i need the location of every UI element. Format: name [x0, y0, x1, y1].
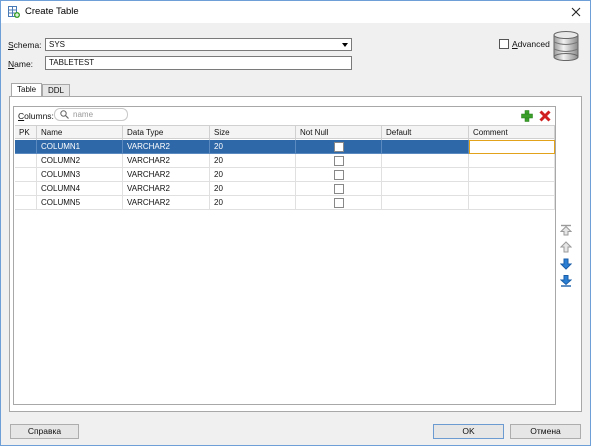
cell-size[interactable]: 20	[210, 140, 296, 154]
schema-select[interactable]: SYS	[45, 38, 352, 51]
header-comment[interactable]: Comment	[469, 126, 555, 140]
cell-size[interactable]: 20	[210, 182, 296, 196]
columns-label: Columns:	[18, 111, 54, 121]
cell-default[interactable]	[382, 140, 469, 154]
header-default[interactable]: Default	[382, 126, 469, 140]
cell-name[interactable]: COLUMN4	[37, 182, 123, 196]
cell-data-type[interactable]: VARCHAR2	[123, 196, 210, 210]
not-null-checkbox[interactable]	[334, 142, 344, 152]
header-data-type[interactable]: Data Type	[123, 126, 210, 140]
table-row[interactable]: COLUMN5 VARCHAR2 20	[15, 196, 555, 210]
cell-data-type[interactable]: VARCHAR2	[123, 140, 210, 154]
cell-size[interactable]: 20	[210, 168, 296, 182]
chevron-down-icon	[342, 43, 348, 47]
create-table-dialog: Create Table Schema: SYS Name: TABLETEST…	[0, 0, 591, 446]
name-input[interactable]: TABLETEST	[45, 56, 352, 70]
cell-not-null[interactable]	[296, 154, 382, 168]
add-icon[interactable]	[521, 110, 533, 122]
cell-not-null[interactable]	[296, 196, 382, 210]
cell-comment[interactable]	[469, 182, 555, 196]
not-null-checkbox[interactable]	[334, 198, 344, 208]
cell-pk[interactable]	[15, 196, 37, 210]
not-null-checkbox[interactable]	[334, 184, 344, 194]
tab-table[interactable]: Table	[11, 83, 43, 96]
cell-pk[interactable]	[15, 154, 37, 168]
cell-comment[interactable]	[469, 154, 555, 168]
cell-comment[interactable]	[469, 196, 555, 210]
cell-not-null[interactable]	[296, 140, 382, 154]
advanced-label[interactable]: Advanced	[512, 39, 550, 49]
cell-default[interactable]	[382, 168, 469, 182]
cell-not-null[interactable]	[296, 182, 382, 196]
cell-data-type[interactable]: VARCHAR2	[123, 168, 210, 182]
cell-pk[interactable]	[15, 140, 37, 154]
header-not-null[interactable]: Not Null	[296, 126, 382, 140]
name-label: Name:	[8, 59, 34, 69]
cell-data-type[interactable]: VARCHAR2	[123, 182, 210, 196]
cell-name[interactable]: COLUMN2	[37, 154, 123, 168]
cell-not-null[interactable]	[296, 168, 382, 182]
header-size[interactable]: Size	[210, 126, 296, 140]
not-null-checkbox[interactable]	[334, 170, 344, 180]
cell-name[interactable]: COLUMN3	[37, 168, 123, 182]
table-header: PK Name Data Type Size Not Null Default …	[15, 125, 555, 140]
cell-default[interactable]	[382, 196, 469, 210]
cell-name[interactable]: COLUMN1	[37, 140, 123, 154]
cell-data-type[interactable]: VARCHAR2	[123, 154, 210, 168]
table-row[interactable]: COLUMN2 VARCHAR2 20	[15, 154, 555, 168]
not-null-checkbox[interactable]	[334, 156, 344, 166]
database-icon	[553, 31, 579, 61]
cell-default[interactable]	[382, 154, 469, 168]
cancel-button[interactable]: Отмена	[510, 424, 581, 439]
cell-name[interactable]: COLUMN5	[37, 196, 123, 210]
search-placeholder: name	[73, 110, 94, 119]
table-row[interactable]: COLUMN1 VARCHAR2 20	[15, 140, 555, 154]
close-icon[interactable]	[568, 4, 584, 20]
cell-comment[interactable]	[469, 168, 555, 182]
header-name[interactable]: Name	[37, 126, 123, 140]
cell-default[interactable]	[382, 182, 469, 196]
title-bar: Create Table	[1, 1, 590, 23]
cell-pk[interactable]	[15, 168, 37, 182]
schema-label: Schema:	[8, 40, 42, 50]
move-up-icon[interactable]	[560, 241, 572, 253]
ok-button[interactable]: OK	[433, 424, 504, 439]
table-row[interactable]: COLUMN3 VARCHAR2 20	[15, 168, 555, 182]
columns-search-input[interactable]: name	[54, 108, 128, 121]
move-top-icon[interactable]	[560, 224, 572, 236]
tab-ddl[interactable]: DDL	[42, 84, 71, 96]
cell-size[interactable]: 20	[210, 154, 296, 168]
move-bottom-icon[interactable]	[560, 275, 572, 287]
move-down-icon[interactable]	[560, 258, 572, 270]
cell-size[interactable]: 20	[210, 196, 296, 210]
create-table-icon	[8, 6, 20, 18]
table-row[interactable]: COLUMN4 VARCHAR2 20	[15, 182, 555, 196]
advanced-checkbox[interactable]	[499, 39, 509, 49]
schema-value: SYS	[49, 40, 66, 49]
header-pk[interactable]: PK	[15, 126, 37, 140]
help-button[interactable]: Справка	[10, 424, 79, 439]
window-title: Create Table	[25, 6, 79, 17]
cell-comment[interactable]	[469, 140, 555, 154]
delete-icon[interactable]	[539, 110, 551, 122]
cell-pk[interactable]	[15, 182, 37, 196]
search-icon	[60, 110, 69, 119]
